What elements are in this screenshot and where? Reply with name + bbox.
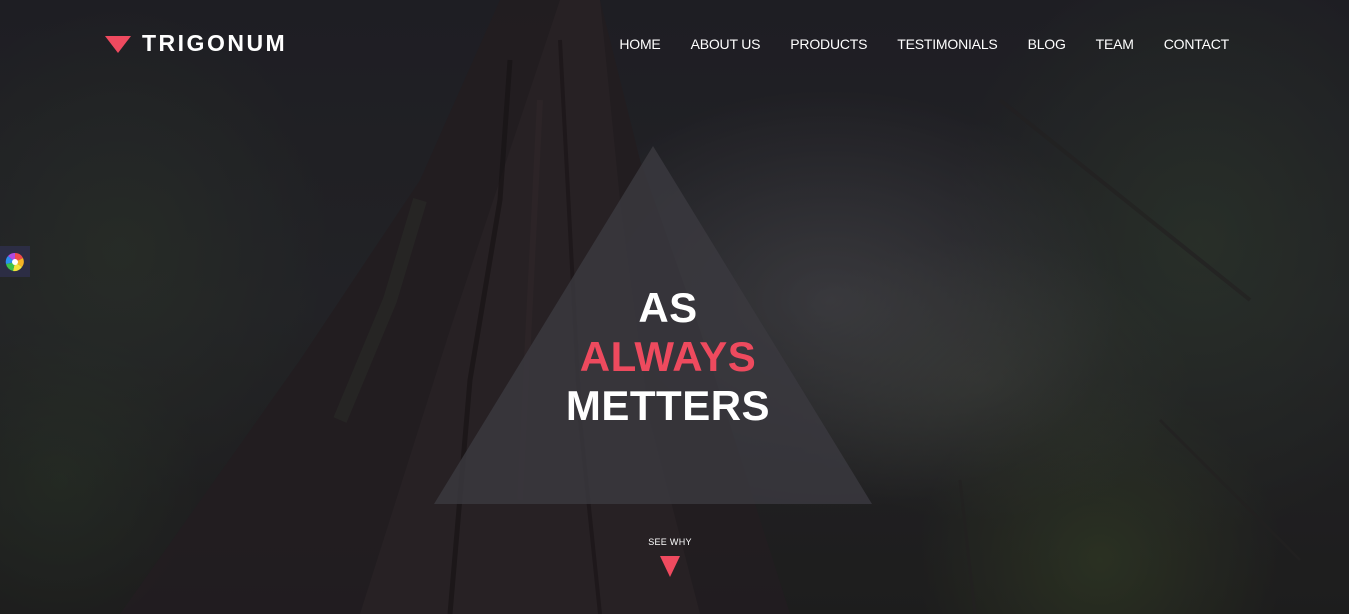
- brand-name: TRIGONUM: [142, 30, 288, 56]
- nav-item-team[interactable]: TEAM: [1096, 36, 1134, 52]
- nav-item-products[interactable]: PRODUCTS: [790, 36, 867, 52]
- main-navigation: HOME ABOUT US PRODUCTS TESTIMONIALS BLOG…: [619, 36, 1229, 52]
- nav-item-testimonials[interactable]: TESTIMONIALS: [897, 36, 997, 52]
- color-switcher-button[interactable]: [0, 246, 30, 277]
- nav-item-about-us[interactable]: ABOUT US: [691, 36, 761, 52]
- see-why-label: SEE WHY: [648, 537, 692, 547]
- nav-item-contact[interactable]: CONTACT: [1164, 36, 1229, 52]
- see-why-link[interactable]: SEE WHY: [620, 537, 720, 577]
- down-arrow-triangle-icon[interactable]: [660, 556, 680, 577]
- headline-line-1: AS: [638, 284, 698, 331]
- nav-item-blog[interactable]: BLOG: [1028, 36, 1066, 52]
- down-triangle-logo-icon: [105, 36, 131, 53]
- brand-logo[interactable]: TRIGONUM: [105, 30, 287, 57]
- nav-item-home[interactable]: HOME: [619, 36, 660, 52]
- color-wheel-icon: [5, 252, 24, 271]
- headline-line-3: METTERS: [565, 382, 771, 429]
- hero-section: TRIGONUM HOME ABOUT US PRODUCTS TESTIMON…: [0, 0, 1349, 614]
- headline-line-2-accent: ALWAYS: [579, 333, 757, 380]
- hero-headline: AS ALWAYS METTERS: [468, 283, 868, 430]
